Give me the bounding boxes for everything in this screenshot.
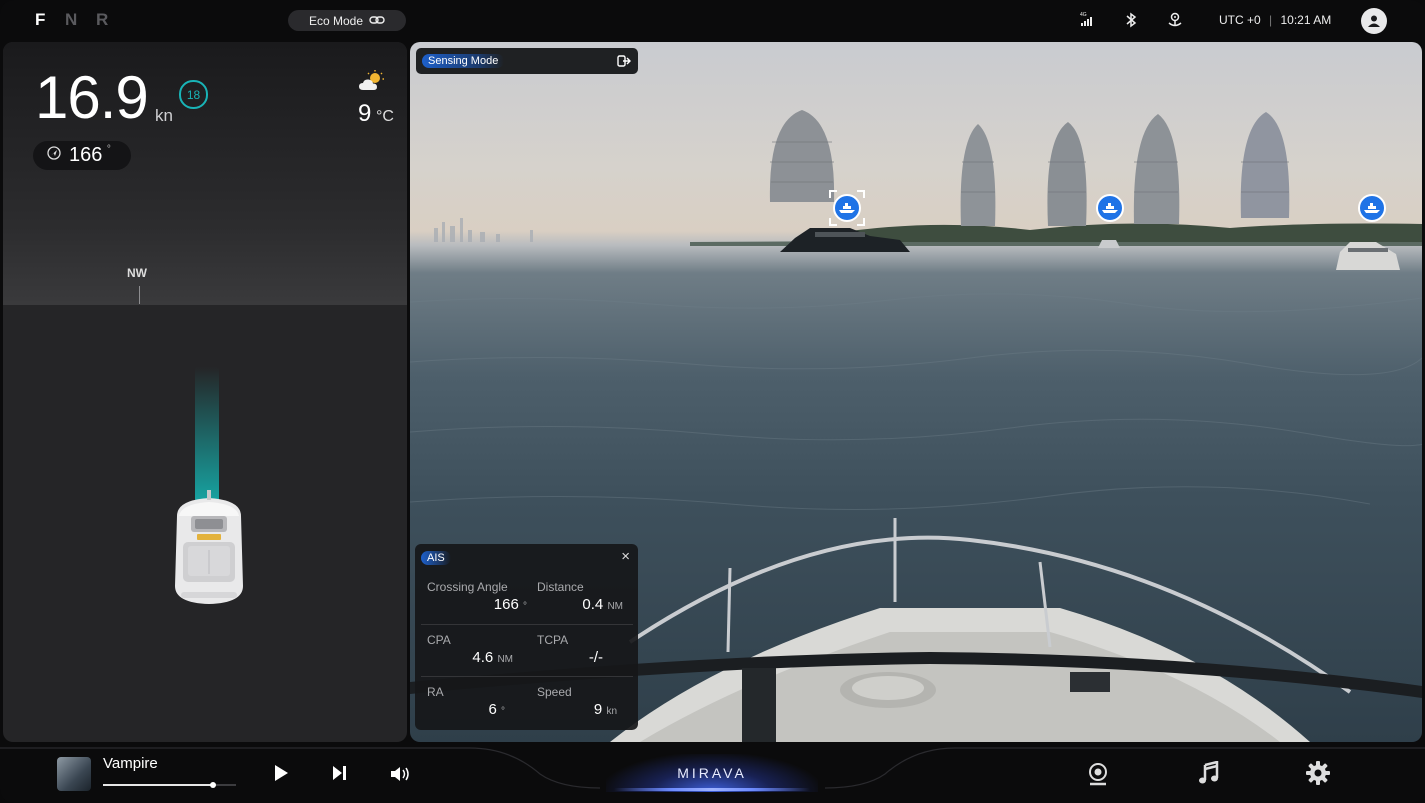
bluetooth-icon[interactable] xyxy=(1125,12,1137,28)
tcpa-value: -/- xyxy=(588,649,603,666)
ship-icon[interactable] xyxy=(1096,194,1124,222)
compass-direction: NW xyxy=(127,266,147,280)
signal-4g-icon: 4G xyxy=(1080,11,1094,27)
current-time: 10:21 AM xyxy=(1280,13,1332,27)
volume-icon[interactable] xyxy=(389,765,411,788)
tcpa-label: TCPA xyxy=(537,633,569,647)
temperature-unit: °C xyxy=(376,108,394,125)
skip-next-icon[interactable] xyxy=(332,764,348,787)
utc-offset: UTC +0 xyxy=(1219,13,1261,27)
compass-tick xyxy=(139,286,140,304)
music-icon[interactable] xyxy=(1198,760,1220,790)
top-bar: F N R Eco Mode 4G UTC +0 | 10:21 AM xyxy=(0,0,1425,40)
ais-speed-value: 9 kn xyxy=(593,701,617,718)
ais-tag: AIS xyxy=(421,551,451,565)
boat-model xyxy=(169,486,249,611)
song-title: Vampire xyxy=(103,755,158,772)
user-avatar-icon[interactable] xyxy=(1361,8,1387,34)
signal-4g-label: 4G xyxy=(1080,12,1087,18)
ais-card: AIS × Crossing Angle 166 ° Distance 0.4 … xyxy=(415,544,638,730)
album-art[interactable] xyxy=(57,757,91,791)
temperature-value: 9 xyxy=(358,100,372,127)
brand-logo: MIRAVA xyxy=(606,754,818,792)
heading-unit: ° xyxy=(106,144,111,155)
ais-row-ra: RA 6 ° Speed 9 kn xyxy=(421,676,633,725)
speed-value: 16.9 xyxy=(35,64,149,131)
crossing-angle-label: Crossing Angle xyxy=(427,580,508,594)
camera-icon[interactable] xyxy=(1087,762,1109,791)
heading-beam xyxy=(195,367,219,502)
distance-value: 0.4 NM xyxy=(582,596,623,613)
navigation-panel: 16.9 kn 18 166 ° 9 °C NW xyxy=(3,42,407,742)
sensing-mode-bar[interactable]: Sensing Mode xyxy=(416,48,638,74)
navigation-arrow-icon xyxy=(47,146,61,165)
speed-unit: kn xyxy=(155,106,173,125)
cpa-value: 4.6 NM xyxy=(472,649,513,666)
play-icon[interactable] xyxy=(273,764,289,787)
crossing-angle-value: 166 ° xyxy=(493,596,527,613)
heading-value: 166 xyxy=(69,144,103,166)
eco-mode-label: Eco Mode xyxy=(308,13,364,28)
clock: UTC +0 | 10:21 AM xyxy=(1219,13,1331,27)
ais-row-crossing: Crossing Angle 166 ° Distance 0.4 NM xyxy=(421,572,633,620)
ais-row-cpa: CPA 4.6 NM TCPA -/- xyxy=(421,624,633,673)
sensing-mode-label: Sensing Mode xyxy=(422,54,505,68)
link-icon xyxy=(369,14,385,28)
clock-separator: | xyxy=(1269,13,1273,27)
app-frame: F N R Eco Mode 4G UTC +0 | 10:21 AM 16.9… xyxy=(0,0,1425,803)
cpa-label: CPA xyxy=(427,633,451,647)
anchor-location-icon[interactable] xyxy=(1167,11,1183,28)
ra-value: 6 ° xyxy=(488,701,505,718)
speed-limit-badge: 18 xyxy=(179,80,208,109)
gear-neutral[interactable]: N xyxy=(65,10,77,30)
ship-icon[interactable] xyxy=(833,194,861,222)
bottom-bar: Vampire MIRAVA xyxy=(0,744,1425,803)
eco-mode-button[interactable]: Eco Mode xyxy=(288,10,406,31)
close-icon[interactable]: × xyxy=(621,548,630,565)
heading-indicator: 166 ° xyxy=(33,141,131,170)
media-progress-fill xyxy=(103,784,214,786)
brand-glow xyxy=(614,788,810,791)
distance-label: Distance xyxy=(537,580,584,594)
gear-forward[interactable]: F xyxy=(35,10,45,30)
gear-reverse[interactable]: R xyxy=(96,10,108,30)
media-progress[interactable] xyxy=(103,782,236,788)
ais-speed-label: Speed xyxy=(537,685,572,699)
partly-cloudy-icon xyxy=(357,70,387,99)
exit-icon[interactable] xyxy=(617,54,631,73)
ra-label: RA xyxy=(427,685,444,699)
gear-icon[interactable] xyxy=(1306,761,1330,790)
ship-icon[interactable] xyxy=(1358,194,1386,222)
